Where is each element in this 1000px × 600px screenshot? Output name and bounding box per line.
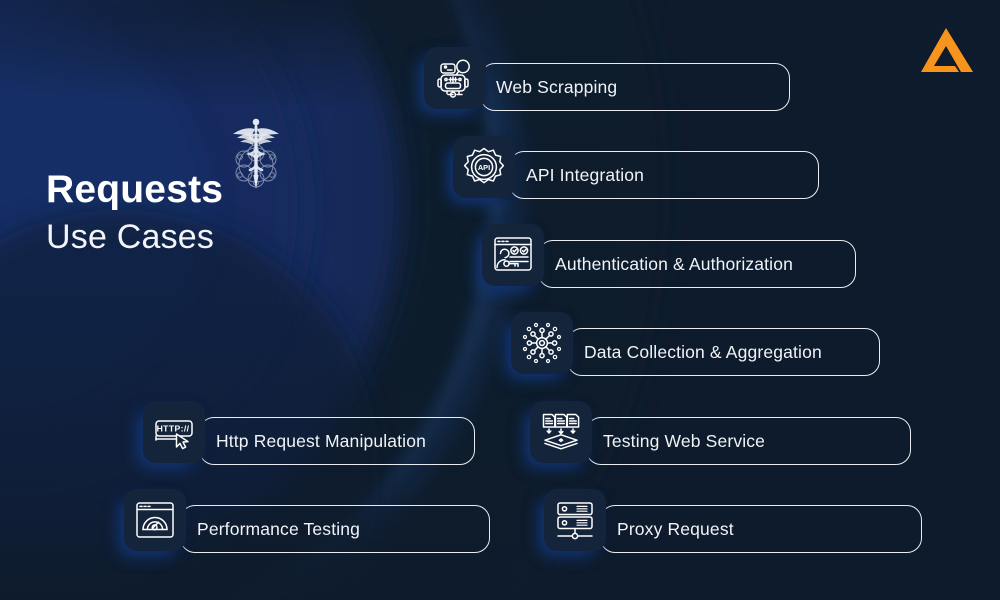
http-cursor-icon: HTTP:// <box>143 401 205 463</box>
use-case-label: API Integration <box>526 164 645 185</box>
svg-text:HTTP://: HTTP:// <box>157 424 190 434</box>
use-case-label: Http Request Manipulation <box>216 430 426 451</box>
network-hub-icon <box>511 312 573 374</box>
use-case-label: Proxy Request <box>617 518 734 539</box>
speedometer-icon <box>124 489 186 551</box>
use-case-item[interactable]: Proxy Request <box>0 0 1000 553</box>
robot-icon <box>424 47 486 109</box>
use-case-label: Performance Testing <box>197 518 361 539</box>
svg-text:API: API <box>478 163 490 172</box>
server-proxy-icon <box>544 489 606 551</box>
auth-key-icon <box>482 224 544 286</box>
page-title: Requests Use Cases <box>46 167 376 259</box>
documents-stack-icon <box>530 401 592 463</box>
use-case-label: Authentication & Authorization <box>555 253 793 274</box>
api-gear-icon: API <box>453 136 515 198</box>
use-case-label: Testing Web Service <box>603 430 766 451</box>
use-case-label: Web Scrapping <box>496 76 618 97</box>
title-main: Requests <box>46 168 224 211</box>
caduceus-icon <box>222 113 290 193</box>
use-case-label: Data Collection & Aggregation <box>584 341 822 362</box>
title-sub: Use Cases <box>46 218 215 256</box>
